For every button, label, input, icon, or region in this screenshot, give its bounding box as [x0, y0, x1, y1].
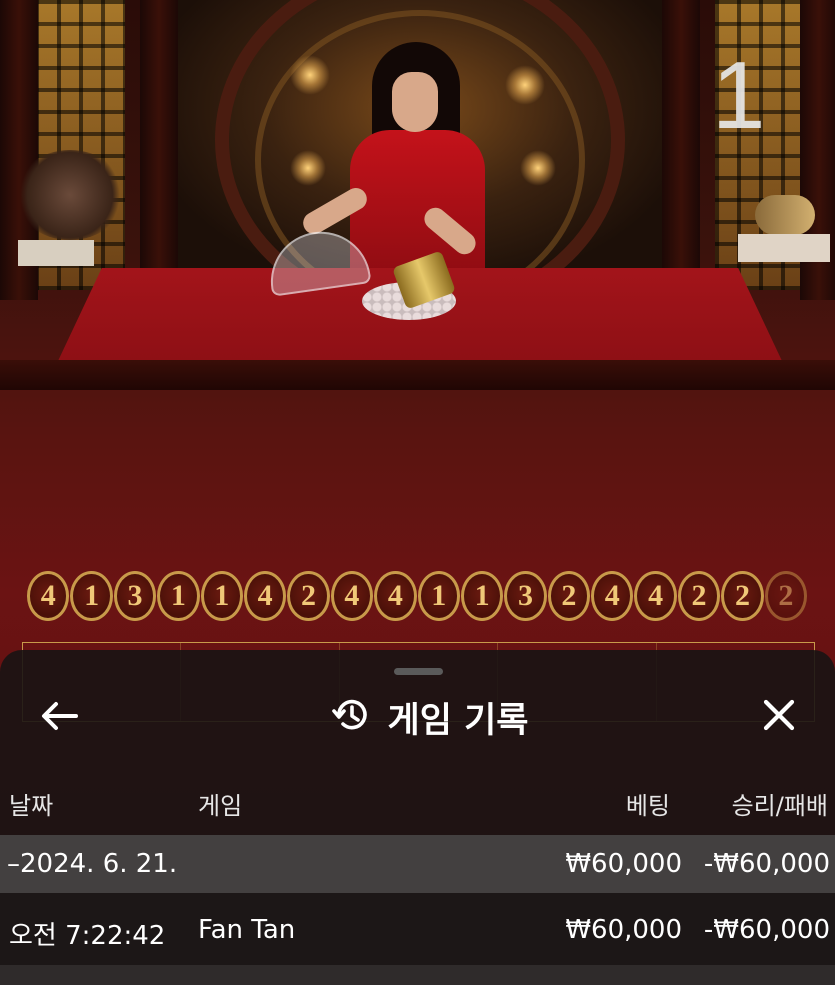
column-header-result[interactable]: 승리/패배 — [690, 786, 828, 821]
record-result: -₩60,000 — [703, 915, 830, 945]
bonsai-decoration — [15, 150, 125, 240]
record-game: Fan Tan — [198, 915, 296, 945]
group-total-result: -₩60,000 — [703, 849, 830, 879]
history-result-ball: 4 — [634, 571, 677, 621]
group-total-bet: ₩60,000 — [565, 849, 682, 879]
close-button[interactable] — [757, 695, 801, 739]
column-header-game[interactable]: 게임 — [198, 786, 242, 821]
group-date: –2024. 6. 21. — [7, 849, 178, 879]
history-result-ball: 4 — [243, 571, 287, 621]
history-result-ball: 2 — [287, 571, 330, 621]
history-result-ball: 1 — [417, 571, 460, 621]
pillar-right-inner — [662, 0, 700, 300]
history-result-ball: 4 — [374, 571, 417, 621]
pillar-left-inner — [140, 0, 178, 300]
history-result-ball: 1 — [460, 571, 504, 621]
panel-header: 게임 기록 — [300, 690, 560, 744]
candle-glow — [520, 150, 556, 186]
history-result-ball: 4 — [330, 571, 374, 621]
close-icon — [762, 698, 796, 736]
history-result-ball: 2 — [677, 571, 721, 621]
arrow-left-icon — [40, 701, 78, 735]
result-history-road: 413114244113244222 — [27, 571, 835, 623]
candle-glow — [290, 150, 326, 186]
next-row-partial — [0, 965, 835, 985]
history-result-ball: 4 — [27, 571, 70, 621]
history-result-ball: 1 — [70, 571, 113, 621]
drag-handle[interactable] — [394, 668, 443, 675]
record-time: 오전 7:22:42 — [9, 921, 166, 951]
history-result-ball: 2 — [721, 571, 764, 621]
bonsai-pot — [18, 240, 94, 266]
round-counter: 1 — [712, 42, 766, 149]
date-group-row[interactable]: –2024. 6. 21. ₩60,000 -₩60,000 — [0, 835, 835, 893]
history-result-ball: 1 — [157, 571, 200, 621]
history-result-ball: 2 — [547, 571, 591, 621]
game-table-edge — [0, 360, 835, 390]
history-result-ball: 3 — [113, 571, 157, 621]
lantern-glow — [290, 55, 330, 95]
dealer-face — [392, 72, 438, 132]
history-icon — [331, 697, 370, 737]
history-result-ball: 2 — [764, 571, 808, 621]
column-header-bet[interactable]: 베팅 — [560, 786, 670, 821]
lantern-glow — [505, 65, 545, 105]
dragon-statue — [755, 195, 815, 235]
column-header-date[interactable]: 날짜 — [9, 786, 53, 821]
game-record-row[interactable]: 오전 7:22:42 Fan Tan ₩60,000 -₩60,000 — [0, 893, 835, 965]
history-result-ball: 4 — [591, 571, 634, 621]
dragon-statue-base — [738, 234, 830, 262]
history-result-ball: 3 — [504, 571, 547, 621]
record-bet: ₩60,000 — [565, 915, 682, 945]
dealer-body — [350, 130, 485, 280]
panel-title: 게임 기록 — [387, 700, 529, 741]
history-result-ball: 1 — [200, 571, 243, 621]
back-button[interactable] — [38, 697, 80, 739]
